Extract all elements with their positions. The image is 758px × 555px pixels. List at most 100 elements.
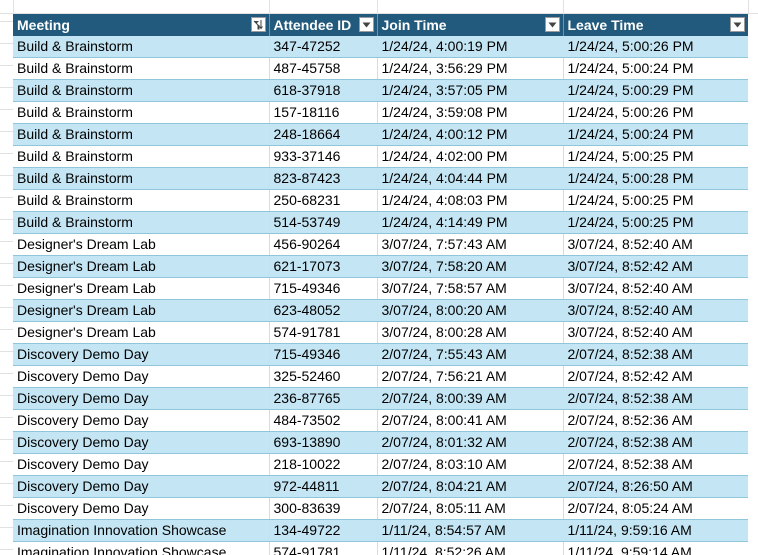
cell-join-time[interactable]: 3/07/24, 7:57:43 AM [377,233,564,256]
cell-meeting[interactable]: Discovery Demo Day [13,453,270,476]
cell-join-time[interactable]: 3/07/24, 8:00:20 AM [377,299,564,322]
cell-meeting[interactable]: Build & Brainstorm [13,101,270,124]
cell-attendee-id[interactable]: 157-18116 [269,101,378,124]
cell-meeting[interactable]: Discovery Demo Day [13,497,270,520]
cell-join-time[interactable]: 1/24/24, 4:00:19 PM [377,36,564,58]
cell-join-time[interactable]: 1/11/24, 8:52:26 AM [377,541,564,555]
cell-attendee-id[interactable]: 972-44811 [269,475,378,498]
cell-leave-time[interactable]: 2/07/24, 8:26:50 AM [563,475,748,498]
cell-meeting[interactable]: Build & Brainstorm [13,79,270,102]
cell-attendee-id[interactable]: 693-13890 [269,431,378,454]
cell-attendee-id[interactable]: 236-87765 [269,387,378,410]
cell-join-time[interactable]: 2/07/24, 7:56:21 AM [377,365,564,388]
cell-join-time[interactable]: 2/07/24, 8:05:11 AM [377,497,564,520]
cell-meeting[interactable]: Discovery Demo Day [13,409,270,432]
cell-attendee-id[interactable]: 823-87423 [269,167,378,190]
cell-attendee-id[interactable]: 618-37918 [269,79,378,102]
cell-meeting[interactable]: Discovery Demo Day [13,387,270,410]
cell-meeting[interactable]: Build & Brainstorm [13,211,270,234]
cell-attendee-id[interactable]: 248-18664 [269,123,378,146]
cell-meeting[interactable]: Designer's Dream Lab [13,321,270,344]
cell-join-time[interactable]: 1/24/24, 4:00:12 PM [377,123,564,146]
cell-leave-time[interactable]: 1/24/24, 5:00:29 PM [563,79,748,102]
cell-meeting[interactable]: Build & Brainstorm [13,36,270,58]
cell-attendee-id[interactable]: 300-83639 [269,497,378,520]
attendee-id-filter-button[interactable] [358,17,374,32]
cell-attendee-id[interactable]: 574-91781 [269,321,378,344]
meeting-filter-button[interactable] [250,17,266,32]
cell-leave-time[interactable]: 2/07/24, 8:52:42 AM [563,365,748,388]
cell-meeting[interactable]: Build & Brainstorm [13,189,270,212]
cell-attendee-id[interactable]: 134-49722 [269,519,378,542]
cell-leave-time[interactable]: 2/07/24, 8:52:38 AM [563,343,748,366]
cell-attendee-id[interactable]: 514-53749 [269,211,378,234]
cell-join-time[interactable]: 1/24/24, 3:59:08 PM [377,101,564,124]
cell-join-time[interactable]: 1/24/24, 4:04:44 PM [377,167,564,190]
cell-leave-time[interactable]: 2/07/24, 8:52:38 AM [563,453,748,476]
cell-meeting[interactable]: Designer's Dream Lab [13,255,270,278]
cell-leave-time[interactable]: 2/07/24, 8:52:38 AM [563,431,748,454]
cell-join-time[interactable]: 1/24/24, 4:14:49 PM [377,211,564,234]
cell-join-time[interactable]: 2/07/24, 8:04:21 AM [377,475,564,498]
cell-attendee-id[interactable]: 218-10022 [269,453,378,476]
cell-meeting[interactable]: Imagination Innovation Showcase [13,519,270,542]
cell-leave-time[interactable]: 1/24/24, 5:00:26 PM [563,101,748,124]
cell-meeting[interactable]: Designer's Dream Lab [13,299,270,322]
cell-join-time[interactable]: 2/07/24, 8:00:39 AM [377,387,564,410]
cell-join-time[interactable]: 2/07/24, 8:01:32 AM [377,431,564,454]
cell-attendee-id[interactable]: 933-37146 [269,145,378,168]
cell-meeting[interactable]: Build & Brainstorm [13,167,270,190]
cell-join-time[interactable]: 3/07/24, 7:58:20 AM [377,255,564,278]
cell-leave-time[interactable]: 2/07/24, 8:52:36 AM [563,409,748,432]
cell-attendee-id[interactable]: 250-68231 [269,189,378,212]
cell-join-time[interactable]: 1/24/24, 4:02:00 PM [377,145,564,168]
cell-join-time[interactable]: 3/07/24, 7:58:57 AM [377,277,564,300]
cell-attendee-id[interactable]: 715-49346 [269,343,378,366]
cell-meeting[interactable]: Discovery Demo Day [13,475,270,498]
cell-meeting[interactable]: Designer's Dream Lab [13,233,270,256]
cell-join-time[interactable]: 2/07/24, 7:55:43 AM [377,343,564,366]
cell-meeting[interactable]: Build & Brainstorm [13,57,270,80]
cell-join-time[interactable]: 1/24/24, 4:08:03 PM [377,189,564,212]
cell-attendee-id[interactable]: 325-52460 [269,365,378,388]
cell-leave-time[interactable]: 1/24/24, 5:00:25 PM [563,145,748,168]
cell-attendee-id[interactable]: 715-49346 [269,277,378,300]
cell-leave-time[interactable]: 3/07/24, 8:52:42 AM [563,255,748,278]
cell-meeting[interactable]: Discovery Demo Day [13,431,270,454]
cell-leave-time[interactable]: 3/07/24, 8:52:40 AM [563,233,748,256]
cell-attendee-id[interactable]: 456-90264 [269,233,378,256]
cell-leave-time[interactable]: 1/11/24, 9:59:16 AM [563,519,748,542]
cell-attendee-id[interactable]: 623-48052 [269,299,378,322]
cell-attendee-id[interactable]: 574-91781 [269,541,378,555]
cell-attendee-id[interactable]: 487-45758 [269,57,378,80]
cell-leave-time[interactable]: 2/07/24, 8:52:38 AM [563,387,748,410]
cell-meeting[interactable]: Discovery Demo Day [13,343,270,366]
cell-join-time[interactable]: 2/07/24, 8:03:10 AM [377,453,564,476]
cell-meeting[interactable]: Build & Brainstorm [13,145,270,168]
leave-time-filter-button[interactable] [730,17,745,32]
cell-attendee-id[interactable]: 347-47252 [269,36,378,58]
cell-meeting[interactable]: Imagination Innovation Showcase [13,541,270,555]
cell-meeting[interactable]: Designer's Dream Lab [13,277,270,300]
cell-attendee-id[interactable]: 621-17073 [269,255,378,278]
cell-leave-time[interactable]: 2/07/24, 8:05:24 AM [563,497,748,520]
cell-leave-time[interactable]: 3/07/24, 8:52:40 AM [563,321,748,344]
cell-attendee-id[interactable]: 484-73502 [269,409,378,432]
cell-leave-time[interactable]: 1/11/24, 9:59:14 AM [563,541,748,555]
cell-leave-time[interactable]: 1/24/24, 5:00:24 PM [563,57,748,80]
cell-leave-time[interactable]: 3/07/24, 8:52:40 AM [563,299,748,322]
cell-join-time[interactable]: 2/07/24, 8:00:41 AM [377,409,564,432]
cell-join-time[interactable]: 1/24/24, 3:57:05 PM [377,79,564,102]
cell-leave-time[interactable]: 3/07/24, 8:52:40 AM [563,277,748,300]
cell-leave-time[interactable]: 1/24/24, 5:00:26 PM [563,36,748,58]
cell-leave-time[interactable]: 1/24/24, 5:00:25 PM [563,211,748,234]
cell-leave-time[interactable]: 1/24/24, 5:00:24 PM [563,123,748,146]
cell-join-time[interactable]: 1/11/24, 8:54:57 AM [377,519,564,542]
cell-join-time[interactable]: 1/24/24, 3:56:29 PM [377,57,564,80]
cell-leave-time[interactable]: 1/24/24, 5:00:25 PM [563,189,748,212]
cell-leave-time[interactable]: 1/24/24, 5:00:28 PM [563,167,748,190]
cell-meeting[interactable]: Discovery Demo Day [13,365,270,388]
join-time-filter-button[interactable] [544,17,560,32]
cell-join-time[interactable]: 3/07/24, 8:00:28 AM [377,321,564,344]
cell-meeting[interactable]: Build & Brainstorm [13,123,270,146]
